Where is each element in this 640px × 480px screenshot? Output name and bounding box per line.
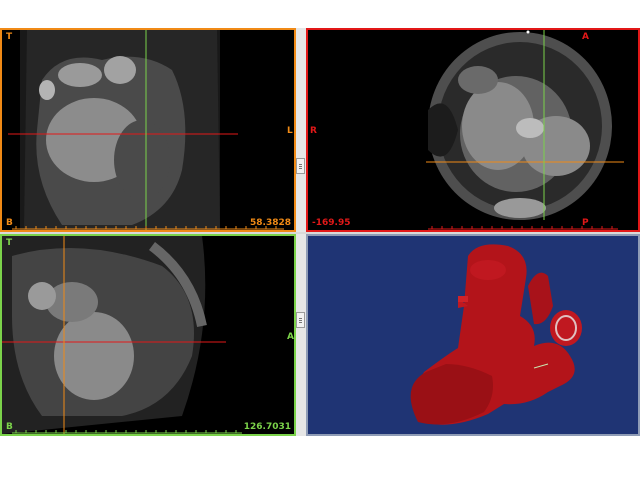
orientation-label-top: A <box>582 32 589 42</box>
orientation-label-top: T <box>6 238 13 248</box>
orientation-label-right: A <box>287 332 294 342</box>
scale-ruler <box>12 226 284 230</box>
orientation-label-top: T <box>6 32 13 42</box>
viewport-top-left[interactable]: T L B 58.3828 <box>0 28 296 232</box>
ct-slice-image <box>2 236 294 434</box>
scale-ruler <box>428 226 618 230</box>
horizontal-splitter[interactable] <box>0 232 640 234</box>
viewport-bottom-left[interactable]: T A B 126.7031 <box>0 234 296 436</box>
ct-slice-image <box>2 30 294 230</box>
viewport-bottom-right-3d[interactable] <box>306 234 640 436</box>
splitter-handle-bottom-icon[interactable] <box>296 312 305 328</box>
ct-slice-image <box>308 30 638 230</box>
top-toolbar-area <box>0 0 640 28</box>
vertical-splitter-bottom[interactable] <box>296 234 306 436</box>
splitter-handle-top-icon[interactable] <box>296 158 305 174</box>
scale-ruler <box>12 430 242 434</box>
orientation-label-left: R <box>310 126 317 136</box>
heart-3d-model-icon <box>308 236 638 434</box>
orientation-label-right: L <box>287 126 293 136</box>
vertical-splitter-top[interactable] <box>296 28 306 232</box>
viewport-top-right[interactable]: A R P -169.95 <box>306 28 640 232</box>
